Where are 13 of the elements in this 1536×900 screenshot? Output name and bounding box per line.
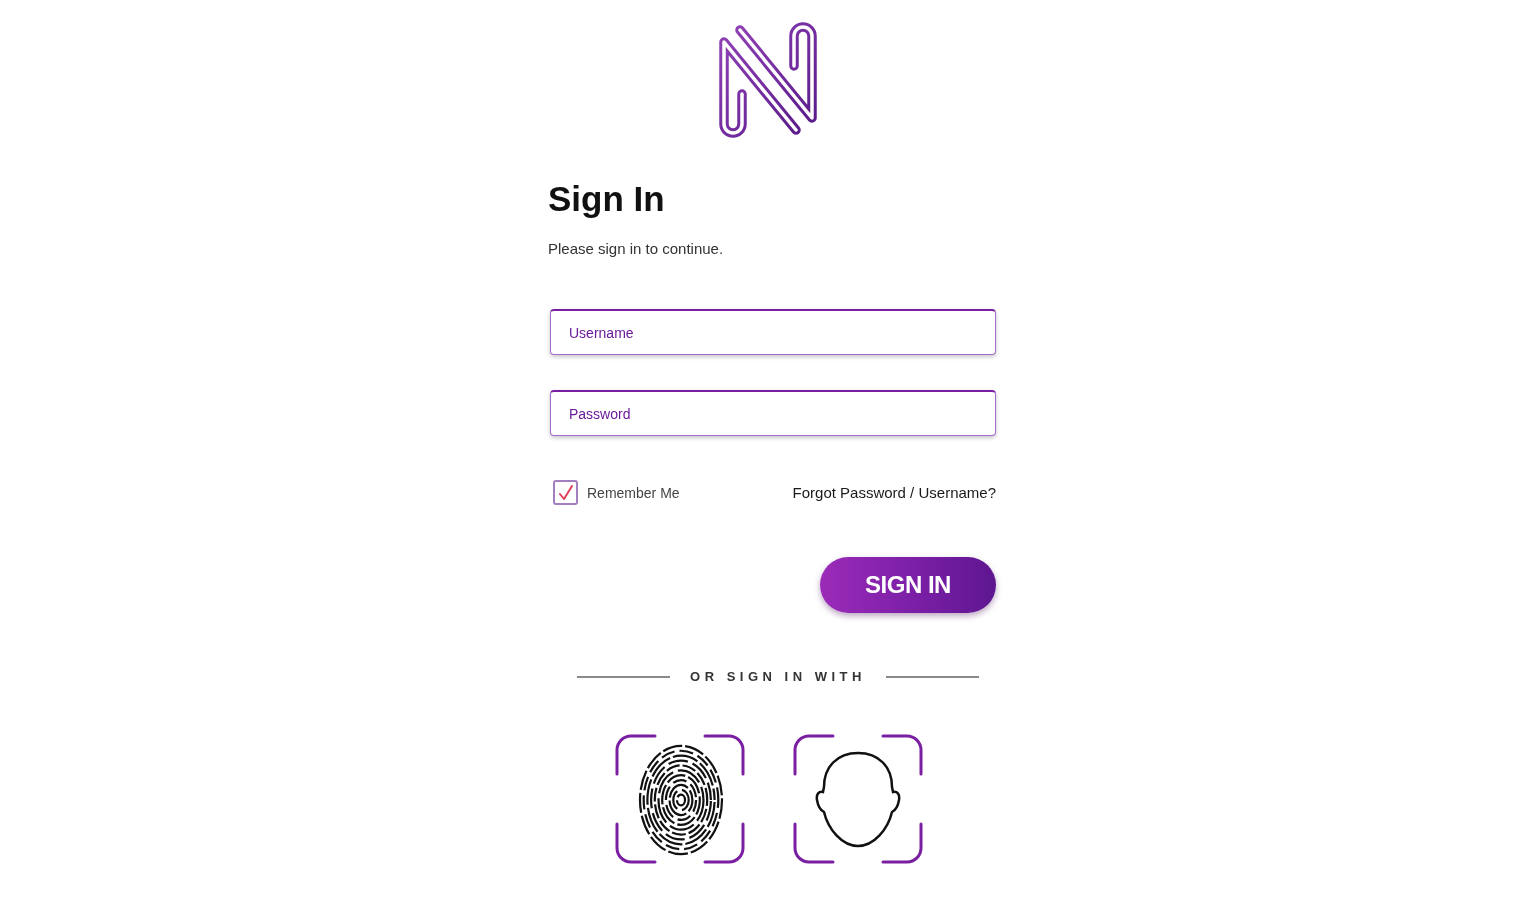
forgot-password-link[interactable]: Forgot Password / Username? xyxy=(792,484,996,501)
divider-label: OR SIGN IN WITH xyxy=(690,669,866,684)
username-field[interactable]: Username xyxy=(550,309,996,355)
logo-icon xyxy=(716,20,820,140)
sign-in-button[interactable]: SIGN IN xyxy=(820,557,996,613)
face-scan-icon[interactable] xyxy=(793,734,923,864)
remember-me-label: Remember Me xyxy=(587,484,680,501)
sign-in-heading: Sign In xyxy=(548,178,665,220)
password-field[interactable]: Password xyxy=(550,390,996,436)
subtitle-text: Please sign in to continue. xyxy=(548,240,724,258)
checkmark-icon xyxy=(558,485,573,500)
fingerprint-scan-icon[interactable] xyxy=(615,734,745,864)
remember-checkbox[interactable] xyxy=(553,480,578,505)
